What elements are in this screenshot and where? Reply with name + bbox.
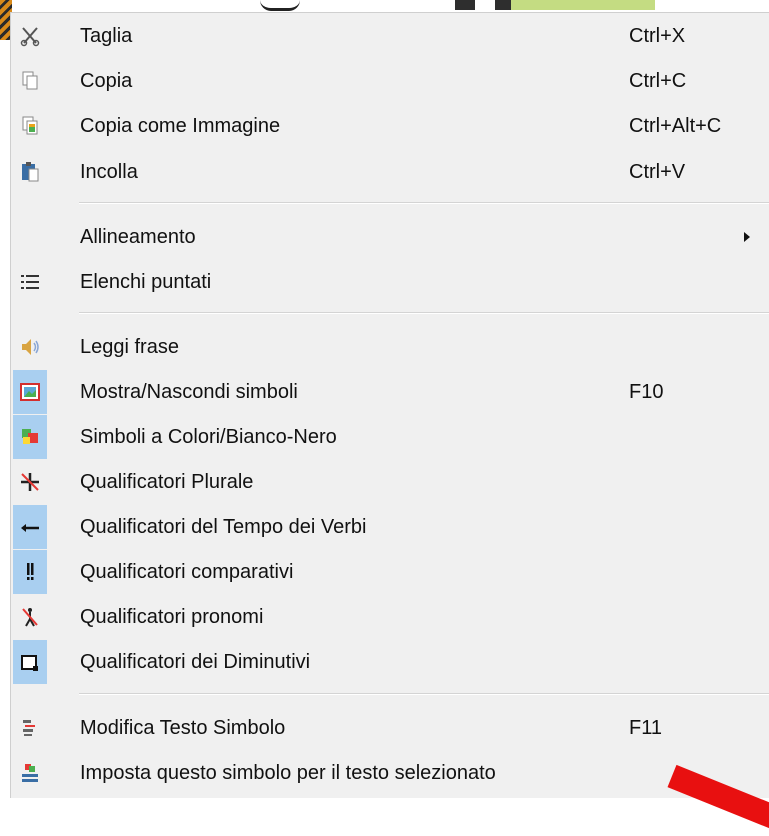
menu-item-label: Qualificatori comparativi <box>80 561 294 583</box>
comparative-icon <box>13 550 47 594</box>
menu-item-shortcut: F11 <box>629 717 662 739</box>
menu-item-shortcut: F10 <box>629 381 664 403</box>
menu-item-copy[interactable]: Copia Ctrl+C <box>11 59 769 103</box>
menu-item-edit-symbol-text[interactable]: Modifica Testo Simbolo F11 <box>11 706 769 750</box>
menu-item-label: Taglia <box>80 25 133 47</box>
copy-image-icon <box>13 104 47 148</box>
speaker-icon <box>13 325 47 369</box>
plural-qualifier-icon <box>13 460 47 504</box>
menu-separator <box>79 693 769 695</box>
submenu-arrow-icon <box>744 232 750 242</box>
menu-item-color-bw-symbols[interactable]: Simboli a Colori/Bianco-Nero <box>11 415 769 459</box>
menu-item-comparative-qualifiers[interactable]: Qualificatori comparativi <box>11 550 769 594</box>
menu-item-cut[interactable]: Taglia Ctrl+X <box>11 14 769 58</box>
menu-item-label: Modifica Testo Simbolo <box>80 717 286 739</box>
menu-item-label: Qualificatori Plurale <box>80 471 254 493</box>
menu-item-label: Leggi frase <box>80 336 179 358</box>
menu-item-toggle-symbols[interactable]: Mostra/Nascondi simboli F10 <box>11 370 769 414</box>
menu-item-set-symbol-for-selection[interactable]: Imposta questo simbolo per il testo sele… <box>11 751 769 795</box>
menu-item-shortcut: Ctrl+V <box>629 161 686 183</box>
scissors-icon <box>13 14 47 58</box>
menu-item-alignment[interactable]: Allineamento <box>11 215 769 259</box>
menu-item-label: Imposta questo simbolo per il testo sele… <box>80 762 496 784</box>
menu-item-label: Qualificatori del Tempo dei Verbi <box>80 516 367 538</box>
menu-item-label: Qualificatori dei Diminutivi <box>80 651 311 673</box>
color-symbols-icon <box>13 415 47 459</box>
menu-item-label: Incolla <box>80 161 138 183</box>
context-menu: Taglia Ctrl+X Copia Ctrl+C Copia come Im… <box>10 12 769 798</box>
menu-item-label: Copia <box>80 70 133 92</box>
menu-separator <box>79 312 769 314</box>
set-symbol-icon <box>13 751 47 795</box>
menu-item-label: Qualificatori pronomi <box>80 606 264 628</box>
menu-item-label: Mostra/Nascondi simboli <box>80 381 298 403</box>
pronoun-icon <box>13 595 47 639</box>
menu-item-label: Copia come Immagine <box>80 115 281 137</box>
background-artwork <box>455 0 655 10</box>
menu-item-plural-qualifiers[interactable]: Qualificatori Plurale <box>11 460 769 504</box>
menu-item-copy-as-image[interactable]: Copia come Immagine Ctrl+Alt+C <box>11 104 769 148</box>
edit-symbol-text-icon <box>13 706 47 750</box>
menu-item-paste[interactable]: Incolla Ctrl+V <box>11 150 769 194</box>
menu-item-label: Simboli a Colori/Bianco-Nero <box>80 426 337 448</box>
diminutive-icon <box>13 640 47 684</box>
menu-item-pronoun-qualifiers[interactable]: Qualificatori pronomi <box>11 595 769 639</box>
menu-item-shortcut: Ctrl+C <box>629 70 687 92</box>
menu-item-diminutive-qualifiers[interactable]: Qualificatori dei Diminutivi <box>11 640 769 684</box>
menu-separator <box>79 202 769 204</box>
menu-item-label: Allineamento <box>80 226 196 248</box>
menu-item-shortcut: Ctrl+Alt+C <box>629 115 722 137</box>
menu-item-shortcut: Ctrl+X <box>629 25 686 47</box>
picture-icon <box>13 370 47 414</box>
background-artwork <box>260 0 300 11</box>
copy-icon <box>13 59 47 103</box>
menu-item-read-sentence[interactable]: Leggi frase <box>11 325 769 369</box>
menu-item-label: Elenchi puntati <box>80 271 212 293</box>
verb-tense-icon <box>13 505 47 549</box>
menu-item-verb-tense-qualifiers[interactable]: Qualificatori del Tempo dei Verbi <box>11 505 769 549</box>
bullet-list-icon <box>13 260 47 304</box>
menu-item-bullet-list[interactable]: Elenchi puntati <box>11 260 769 304</box>
paste-icon <box>13 150 47 194</box>
